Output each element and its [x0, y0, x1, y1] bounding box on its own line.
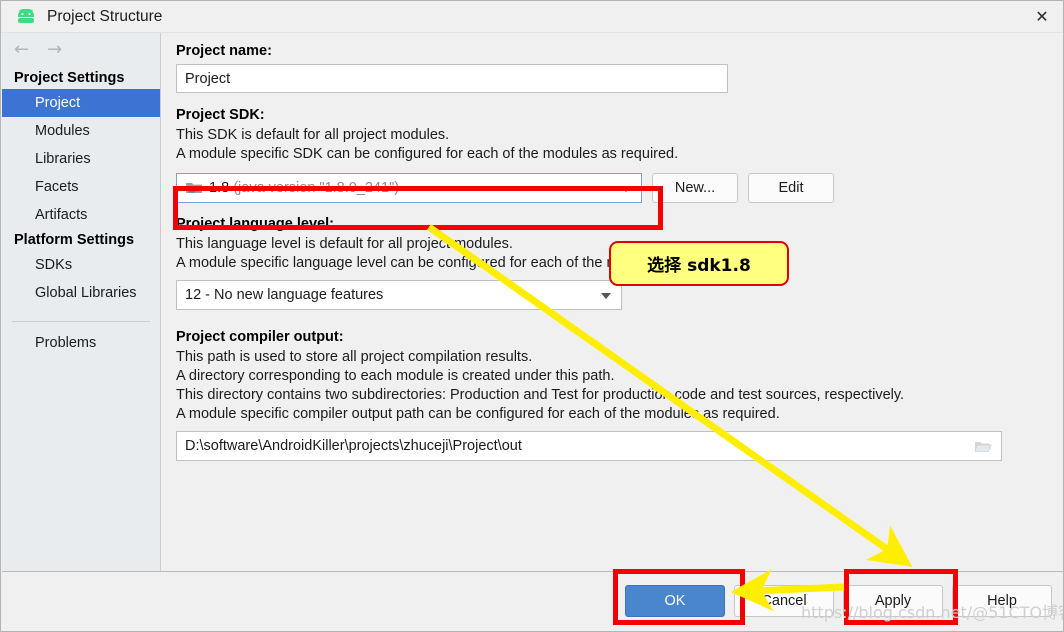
project-name-input[interactable]: Project: [176, 64, 728, 93]
language-level-value: 12 - No new language features: [185, 287, 384, 303]
compiler-output-desc-3: This directory contains two subdirectori…: [176, 387, 905, 403]
sidebar-item-libraries[interactable]: Libraries: [2, 145, 160, 173]
language-level-dropdown[interactable]: 12 - No new language features: [176, 280, 622, 310]
chevron-down-icon[interactable]: [621, 186, 631, 192]
sidebar-item-artifacts[interactable]: Artifacts: [2, 201, 160, 229]
language-level-label: Project language level:: [176, 216, 334, 232]
sidebar-item-facets[interactable]: Facets: [2, 173, 160, 201]
project-sdk-desc-2: A module specific SDK can be configured …: [176, 146, 679, 162]
project-sdk-value: 1.8 (java version "1.8.0_241"): [209, 180, 400, 196]
project-structure-dialog: Project Structure ✕ ← → Project Settings…: [0, 0, 1064, 632]
project-sdk-desc-1: This SDK is default for all project modu…: [176, 127, 450, 143]
sidebar-item-problems[interactable]: Problems: [2, 322, 160, 357]
watermark: https://blog.csdn.net/@51CTO博客: [801, 603, 1064, 622]
callout-select-sdk: 选择 sdk1.8: [609, 241, 789, 286]
java-sdk-folder-icon: [185, 180, 203, 196]
project-sdk-row: 1.8 (java version "1.8.0_241") New... Ed…: [176, 173, 1050, 203]
sidebar-group-platform-settings: Platform Settings: [14, 232, 135, 248]
sidebar-group-project-settings: Project Settings: [14, 70, 125, 86]
sidebar-item-sdks[interactable]: SDKs: [2, 251, 160, 279]
main-pane: Project name: Project Project SDK: This …: [162, 33, 1063, 571]
folder-browse-icon[interactable]: [974, 439, 992, 459]
compiler-output-value: D:\software\AndroidKiller\projects\zhuce…: [185, 438, 522, 454]
chevron-down-icon[interactable]: [601, 293, 611, 299]
compiler-output-desc-2: A directory corresponding to each module…: [176, 368, 615, 384]
new-sdk-button[interactable]: New...: [652, 173, 738, 203]
project-name-value: Project: [185, 70, 231, 87]
project-sdk-label: Project SDK:: [176, 107, 265, 123]
sidebar-item-project[interactable]: Project: [2, 89, 160, 117]
compiler-output-desc-4: A module specific compiler output path c…: [176, 406, 780, 422]
ok-button[interactable]: OK: [625, 585, 725, 617]
project-name-label: Project name:: [176, 43, 272, 59]
close-icon[interactable]: ✕: [1019, 1, 1063, 33]
sidebar: ← → Project Settings Project Modules Lib…: [2, 33, 161, 571]
arrow-right-icon[interactable]: →: [47, 41, 62, 59]
project-sdk-dropdown[interactable]: 1.8 (java version "1.8.0_241"): [176, 173, 642, 203]
arrow-left-icon[interactable]: ←: [14, 41, 29, 59]
android-icon: [15, 8, 37, 26]
sidebar-nav: ← →: [2, 33, 160, 67]
compiler-output-desc-1: This path is used to store all project c…: [176, 349, 533, 365]
window-title: Project Structure: [47, 7, 163, 25]
edit-sdk-button[interactable]: Edit: [748, 173, 834, 203]
callout-text: 选择 sdk1.8: [647, 256, 751, 276]
sidebar-item-global-libraries[interactable]: Global Libraries: [2, 279, 160, 307]
title-bar: Project Structure ✕: [1, 1, 1063, 33]
compiler-output-label: Project compiler output:: [176, 329, 344, 345]
compiler-output-input[interactable]: D:\software\AndroidKiller\projects\zhuce…: [176, 431, 1002, 461]
sidebar-item-modules[interactable]: Modules: [2, 117, 160, 145]
